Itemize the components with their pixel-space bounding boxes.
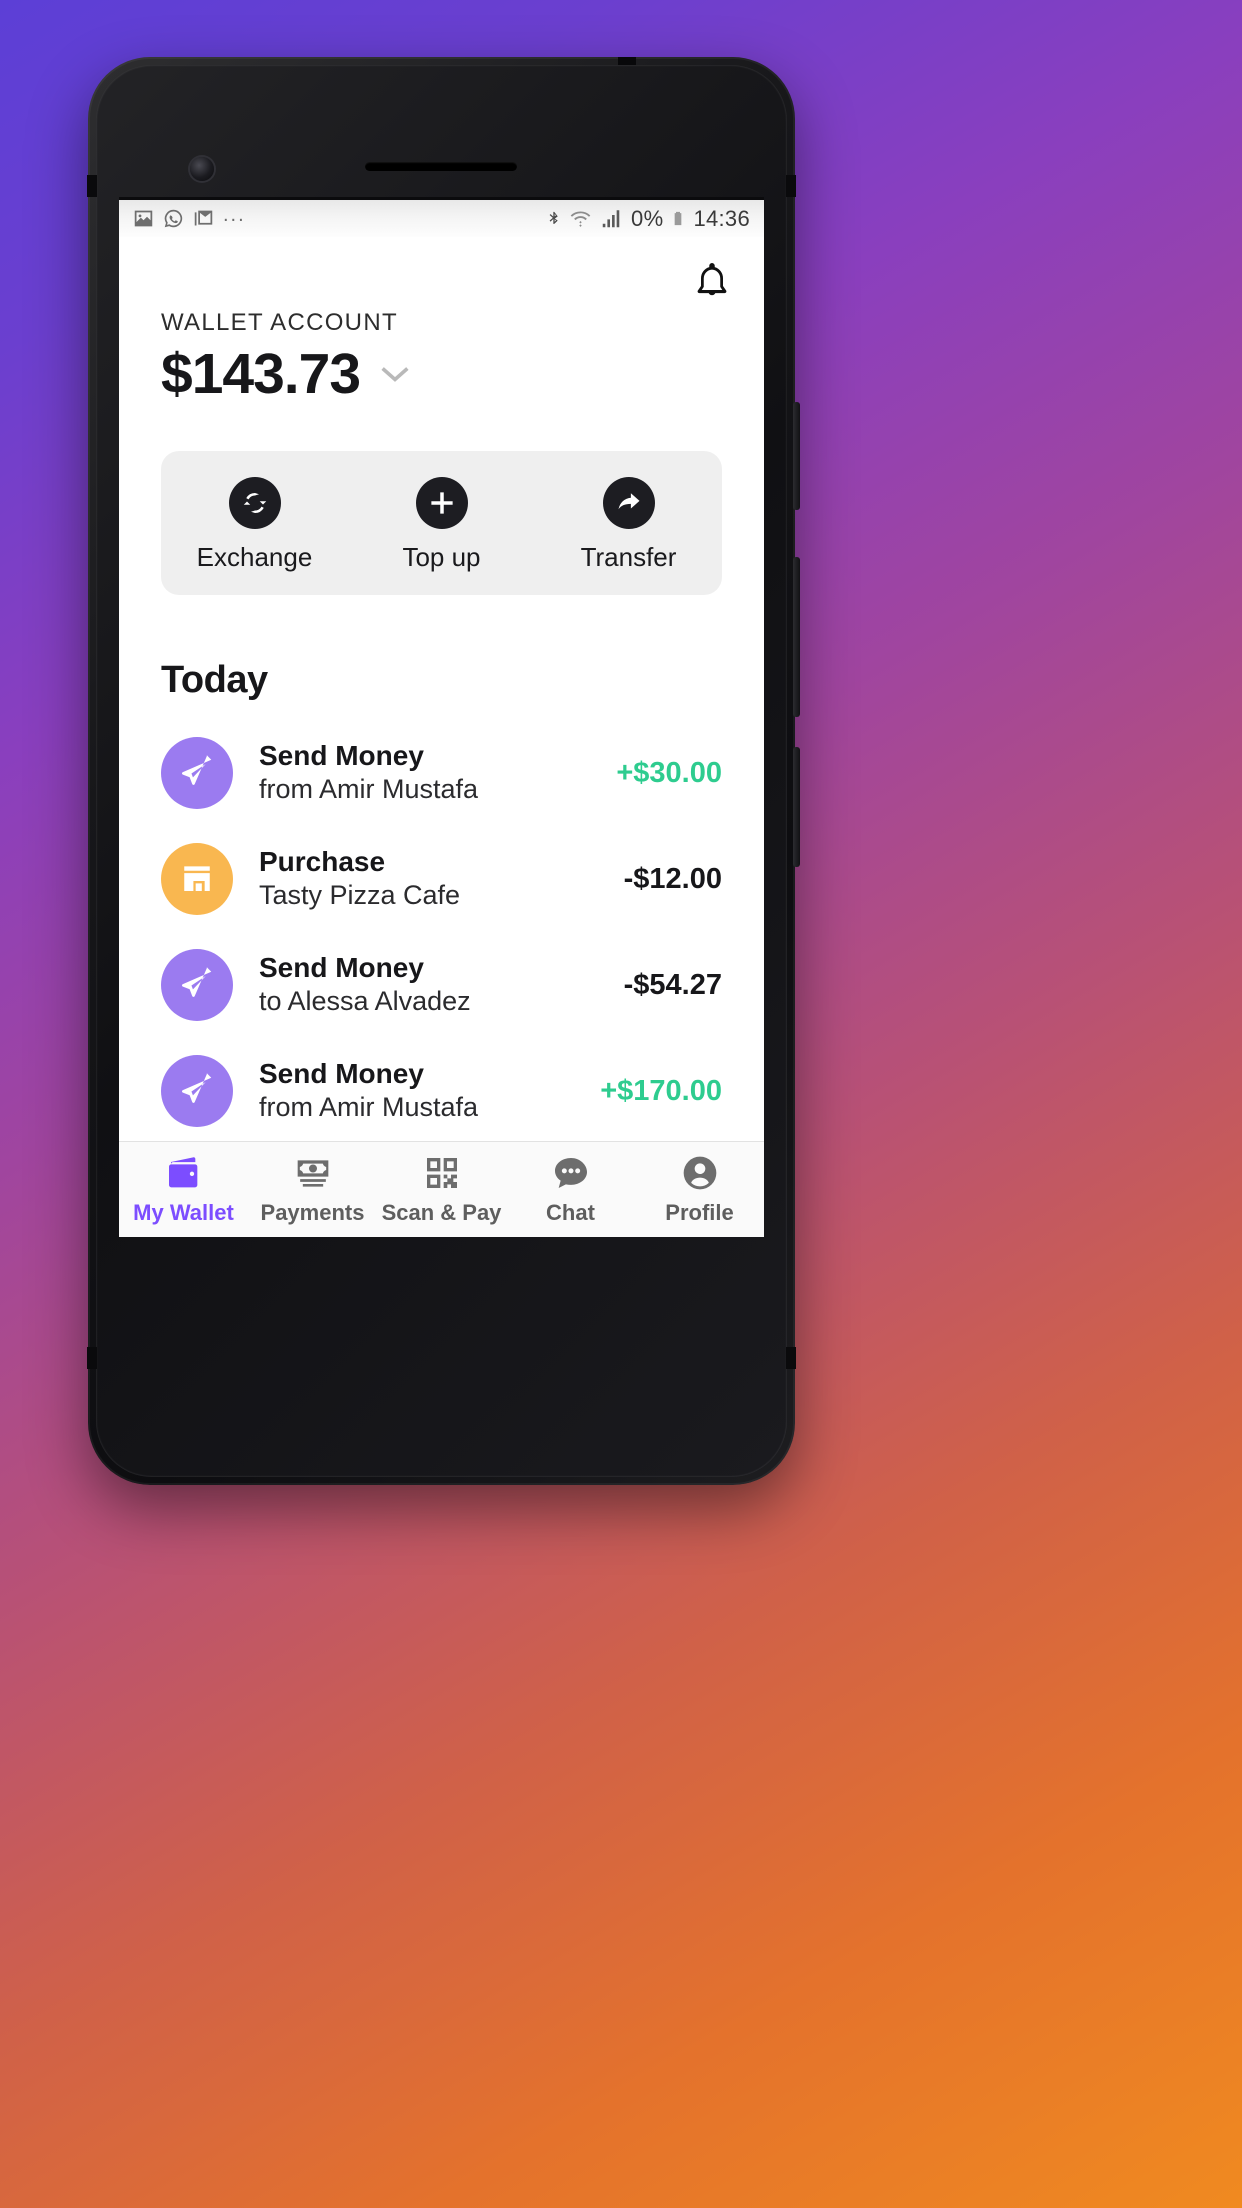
nav-label-chat: Chat <box>546 1200 595 1225</box>
chevron-down-icon[interactable] <box>378 363 412 385</box>
gmail-icon <box>194 210 213 226</box>
bottom-navigation: My Wallet Payments Scan & Pay Chat Profi… <box>119 1141 764 1237</box>
transaction-title: Send Money <box>259 952 424 984</box>
nav-item-scan-and-pay[interactable]: Scan & Pay <box>377 1153 506 1226</box>
transfer-label: Transfer <box>580 542 677 572</box>
account-balance: $143.73 <box>161 342 361 406</box>
share-arrow-icon <box>618 493 639 510</box>
nav-label-my-wallet: My Wallet <box>133 1200 234 1225</box>
transaction-subtitle: from Amir Mustafa <box>259 1092 479 1123</box>
nav-label-scan-and-pay: Scan & Pay <box>381 1200 502 1225</box>
transaction-title: Send Money <box>259 1058 424 1090</box>
transaction-text: Purchase Tasty Pizza Cafe <box>233 845 624 913</box>
antenna-band <box>87 175 97 197</box>
battery-icon <box>675 211 682 226</box>
balance-row[interactable]: $143.73 <box>161 341 764 407</box>
store-icon <box>184 866 210 891</box>
transaction-avatar <box>161 1055 233 1127</box>
transaction-list: Send Money from Amir Mustafa +$30.00 Pur… <box>119 720 764 1144</box>
share-icon-circle <box>602 477 655 529</box>
section-title-today: Today <box>161 659 268 701</box>
phone-screen: ... 0% 14:36 WALLET ACCOUNT $143.73 Exch… <box>119 197 764 1237</box>
transaction-text: Send Money from Amir Mustafa <box>233 1057 600 1125</box>
bluetooth-icon <box>549 211 558 224</box>
front-camera <box>190 157 214 181</box>
app-header <box>119 237 764 303</box>
topup-label: Top up <box>402 542 481 572</box>
table-row[interactable]: Send Money from Amir Mustafa +$170.00 <box>119 1038 764 1144</box>
send-plane-icon <box>182 1073 212 1103</box>
status-bar-notifications: ... <box>133 203 246 229</box>
send-plane-icon <box>182 967 212 997</box>
signal-icon <box>602 210 620 228</box>
transaction-title: Purchase <box>259 846 386 878</box>
transaction-subtitle: to Alessa Alvadez <box>259 986 471 1017</box>
nav-label-payments: Payments <box>260 1200 365 1225</box>
battery-percent-label: 0% <box>631 205 664 231</box>
transaction-avatar <box>161 737 233 809</box>
send-plane-icon <box>182 755 212 785</box>
qr-code-icon <box>426 1158 457 1188</box>
antenna-band <box>87 1347 97 1369</box>
money-icon <box>297 1160 328 1187</box>
image-icon <box>134 210 153 227</box>
transaction-avatar <box>161 843 233 915</box>
exchange-button[interactable]: Exchange <box>161 477 348 573</box>
transaction-subtitle: from Amir Mustafa <box>259 774 479 805</box>
transaction-amount: -$54.27 <box>623 968 722 1001</box>
phone-top-sensor <box>618 57 636 65</box>
side-button-mid[interactable] <box>793 557 800 717</box>
nav-label-profile: Profile <box>665 1200 734 1225</box>
bell-icon[interactable] <box>690 259 734 303</box>
status-bar: ... 0% 14:36 <box>119 197 764 237</box>
antenna-band <box>786 1347 796 1369</box>
transaction-amount: +$30.00 <box>616 756 722 789</box>
plus-icon-circle <box>415 477 468 529</box>
status-overflow-dots: ... <box>223 203 246 226</box>
transaction-text: Send Money from Amir Mustafa <box>233 739 616 807</box>
table-row[interactable]: Purchase Tasty Pizza Cafe -$12.00 <box>119 826 764 932</box>
chat-icon <box>554 1158 587 1188</box>
transaction-title: Send Money <box>259 740 424 772</box>
transaction-subtitle: Tasty Pizza Cafe <box>259 880 461 911</box>
wallet-icon <box>168 1157 197 1188</box>
speaker-grille <box>365 162 517 171</box>
nav-item-my-wallet[interactable]: My Wallet <box>119 1153 248 1226</box>
account-label: WALLET ACCOUNT <box>161 309 398 336</box>
status-bar-system: 0% 14:36 <box>546 206 750 232</box>
topup-button[interactable]: Top up <box>348 477 535 573</box>
exchange-label: Exchange <box>196 542 313 572</box>
phone-device: ... 0% 14:36 WALLET ACCOUNT $143.73 Exch… <box>87 57 800 1485</box>
transaction-text: Send Money to Alessa Alvadez <box>233 951 624 1019</box>
whatsapp-icon <box>164 209 183 228</box>
table-row[interactable]: Send Money to Alessa Alvadez -$54.27 <box>119 932 764 1038</box>
side-button-bottom[interactable] <box>793 747 800 867</box>
nav-item-payments[interactable]: Payments <box>248 1153 377 1226</box>
transaction-amount: -$12.00 <box>623 862 722 895</box>
person-icon <box>683 1156 716 1190</box>
plus-icon <box>430 492 453 514</box>
table-row[interactable]: Send Money from Amir Mustafa +$30.00 <box>119 720 764 826</box>
exchange-icon <box>243 492 266 513</box>
transaction-avatar <box>161 949 233 1021</box>
nav-item-profile[interactable]: Profile <box>635 1153 764 1226</box>
wifi-icon <box>570 211 591 227</box>
transfer-button[interactable]: Transfer <box>535 477 722 573</box>
nav-item-chat[interactable]: Chat <box>506 1153 635 1226</box>
antenna-band <box>786 175 796 197</box>
transaction-amount: +$170.00 <box>600 1074 722 1107</box>
side-button-top[interactable] <box>793 402 800 510</box>
quick-actions-panel: Exchange Top up Transfer <box>161 451 722 595</box>
exchange-icon-circle <box>228 477 281 529</box>
wallet-account-block: WALLET ACCOUNT $143.73 <box>119 303 764 407</box>
clock-label: 14:36 <box>693 205 750 231</box>
app-content: WALLET ACCOUNT $143.73 Exchange Top up T… <box>119 237 764 1237</box>
